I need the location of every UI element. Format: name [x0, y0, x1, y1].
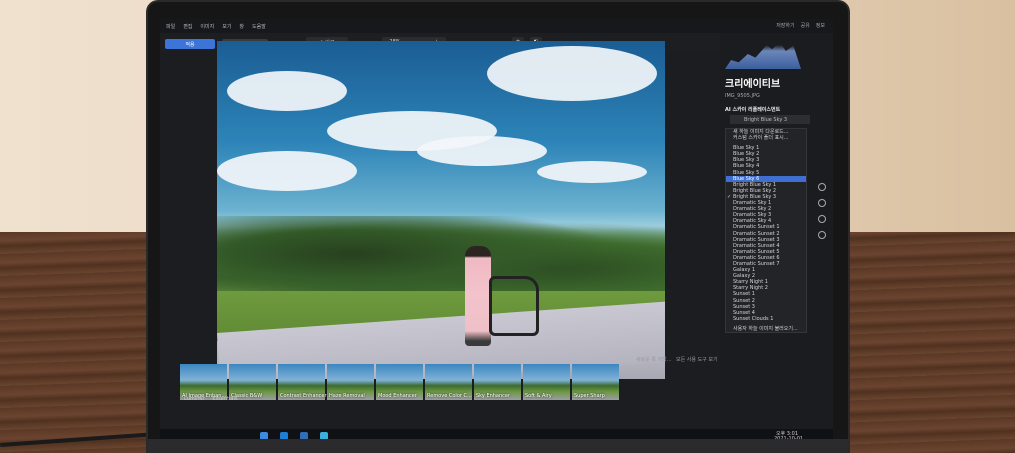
cloud	[537, 161, 647, 183]
panel-menu-item[interactable]: 커스텀 스카이 폴더 표시...	[726, 135, 806, 141]
cloud	[417, 136, 547, 166]
stroller	[489, 276, 539, 336]
save-look-hint[interactable]: 새로운 룩 저장...	[636, 356, 672, 363]
menu-bar: 파일 편집 이미지 보기 창 도움말 저장하기 공유 정보	[160, 19, 833, 33]
palette-icon[interactable]	[818, 199, 826, 207]
show-tools-hint[interactable]: 모든 사용 도구 보기	[676, 356, 718, 363]
cloud	[217, 151, 357, 191]
luminar-tab[interactable]: Luminar	[184, 396, 204, 402]
info-button[interactable]: 정보	[816, 22, 825, 29]
laptop-hinge	[148, 439, 848, 453]
panel-title: 크리에이티브	[725, 79, 781, 90]
right-panel: 크리에이티브 IMG_9505.JPG AI 스카이 리플레이스먼트 Brigh…	[720, 33, 833, 429]
menu-file[interactable]: 파일	[166, 23, 175, 30]
tool-category-icons	[818, 183, 826, 239]
woman-figure	[465, 246, 491, 346]
apply-button[interactable]: 적용	[165, 39, 215, 49]
sky-options-list: 새 하늘 이미지 다운로드... 커스텀 스카이 폴더 표시... Blue Sky…	[725, 128, 807, 333]
essentials-tab[interactable]: Essentials	[212, 396, 237, 402]
sky-selection-dropdown[interactable]: Bright Blue Sky 3	[730, 115, 810, 124]
tool-title[interactable]: AI 스카이 리플레이스먼트	[725, 106, 780, 113]
cloud	[227, 71, 347, 111]
menu-help[interactable]: 도움말	[252, 23, 266, 30]
file-name: IMG_9505.JPG	[725, 93, 760, 99]
window-controls: 저장하기 공유 정보	[776, 22, 825, 29]
luminar-app-window: 파일 편집 이미지 보기 창 도움말 저장하기 공유 정보 적용 취소 ⊕ 비교…	[160, 19, 833, 443]
looks-tab-bar: Luminar Essentials	[160, 395, 720, 403]
load-custom-sky-item[interactable]: 사용자 하늘 이미지 불러오기...	[726, 326, 806, 332]
save-button[interactable]: 저장하기	[776, 22, 794, 29]
menu-edit[interactable]: 편집	[183, 23, 192, 30]
menu-view[interactable]: 보기	[222, 23, 231, 30]
cloud	[487, 46, 657, 101]
face-icon[interactable]	[818, 215, 826, 223]
layers-icon[interactable]	[818, 231, 826, 239]
sun-icon[interactable]	[818, 183, 826, 191]
menu-image[interactable]: 이미지	[200, 23, 214, 30]
share-button[interactable]: 공유	[801, 22, 810, 29]
histogram	[725, 42, 801, 69]
sky-option[interactable]: Sunset Clouds 1	[726, 316, 806, 322]
edited-photo[interactable]	[217, 41, 665, 379]
menu-window[interactable]: 창	[239, 23, 244, 30]
